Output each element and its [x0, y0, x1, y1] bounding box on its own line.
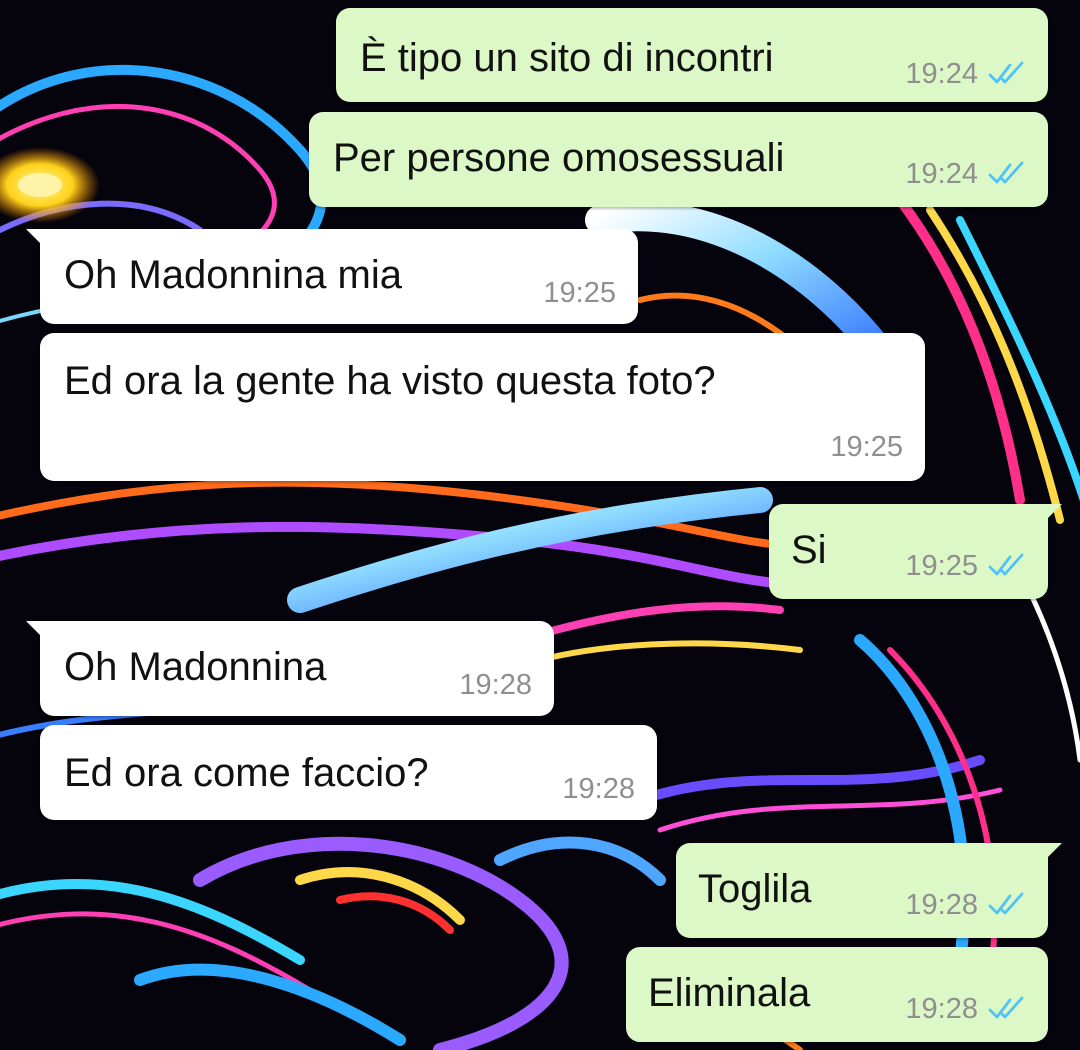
message-time: 19:28 [905, 993, 978, 1025]
message-bubble-outgoing[interactable]: È tipo un sito di incontri 19:24 [336, 8, 1048, 102]
chat-window: È tipo un sito di incontri 19:24 Per per… [0, 0, 1080, 1050]
message-text: Oh Madonnina mia [64, 253, 402, 297]
message-meta: 19:25 [905, 550, 1026, 582]
message-text: Ed ora la gente ha visto questa foto? [64, 359, 716, 403]
message-bubble-incoming[interactable]: Ed ora come faccio? 19:28 [40, 725, 657, 820]
message-text: Oh Madonnina [64, 645, 327, 689]
message-text: Toglila [698, 867, 812, 911]
message-meta: 19:24 [905, 158, 1026, 190]
message-text: È tipo un sito di incontri [360, 36, 774, 80]
message-bubble-incoming[interactable]: Ed ora la gente ha visto questa foto? 19… [40, 333, 925, 481]
message-meta: 19:25 [543, 277, 616, 309]
message-time: 19:28 [905, 889, 978, 921]
message-time: 19:25 [543, 277, 616, 309]
message-time: 19:24 [905, 58, 978, 90]
double-check-read-icon [988, 61, 1024, 84]
message-time: 19:25 [830, 431, 903, 463]
message-meta: 19:28 [905, 993, 1026, 1025]
message-bubble-outgoing[interactable]: Si 19:25 [769, 504, 1062, 599]
double-check-read-icon [988, 553, 1024, 576]
message-time: 19:24 [905, 158, 978, 190]
message-meta: 19:25 [830, 431, 903, 463]
message-bubble-outgoing[interactable]: Eliminala 19:28 [626, 947, 1048, 1042]
message-meta: 19:24 [905, 58, 1026, 90]
message-text: Si [791, 528, 827, 572]
message-meta: 19:28 [459, 669, 532, 701]
double-check-read-icon [988, 996, 1024, 1019]
message-text: Per persone omosessuali [333, 136, 785, 180]
message-meta: 19:28 [562, 773, 635, 805]
message-bubble-outgoing[interactable]: Toglila 19:28 [676, 843, 1062, 938]
double-check-read-icon [988, 892, 1024, 915]
message-time: 19:28 [562, 773, 635, 805]
message-bubble-incoming[interactable]: Oh Madonnina 19:28 [26, 621, 554, 716]
message-text: Eliminala [648, 971, 811, 1015]
message-text: Ed ora come faccio? [64, 751, 429, 795]
message-bubble-incoming[interactable]: Oh Madonnina mia 19:25 [26, 229, 638, 324]
message-time: 19:28 [459, 669, 532, 701]
message-meta: 19:28 [905, 889, 1026, 921]
message-time: 19:25 [905, 550, 978, 582]
double-check-read-icon [988, 161, 1024, 184]
message-bubble-outgoing[interactable]: Per persone omosessuali 19:24 [309, 112, 1048, 207]
